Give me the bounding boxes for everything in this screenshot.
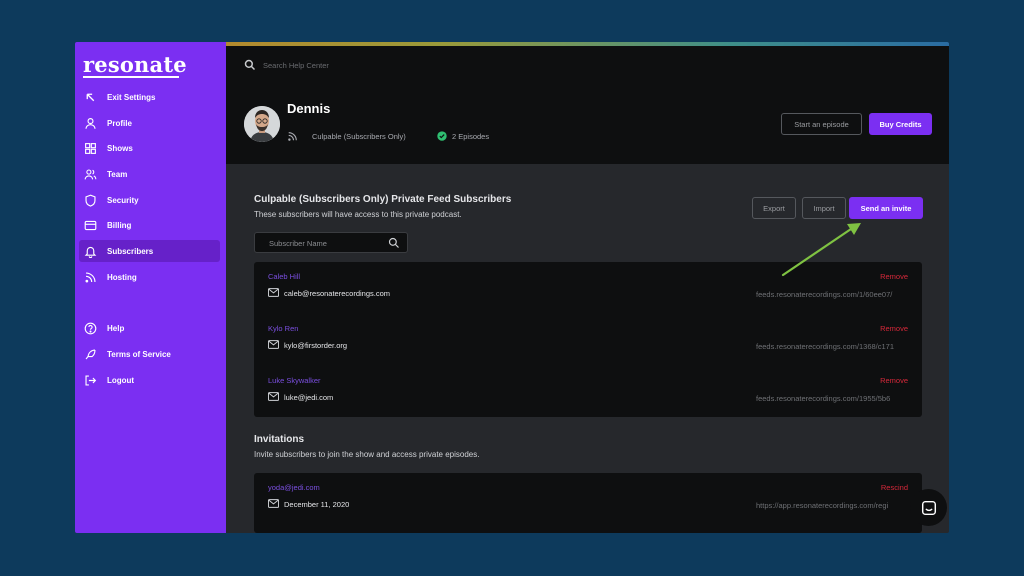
credit-card-icon bbox=[83, 218, 97, 232]
table-row: Luke Skywalker luke@jedi.com Remove feed… bbox=[254, 366, 922, 418]
logo-underline bbox=[83, 76, 179, 78]
invitee-email[interactable]: yoda@jedi.com bbox=[268, 483, 320, 492]
table-row: yoda@jedi.com December 11, 2020 Rescind … bbox=[254, 473, 922, 525]
team-icon bbox=[83, 167, 97, 181]
table-row: Caleb Hill caleb@resonaterecordings.com … bbox=[254, 262, 922, 314]
table-row: Kylo Ren kylo@firstorder.org Remove feed… bbox=[254, 314, 922, 366]
sidebar-item-shows[interactable]: Shows bbox=[79, 137, 220, 159]
sidebar-item-billing[interactable]: Billing bbox=[79, 214, 220, 236]
sidebar-item-label: Logout bbox=[107, 375, 135, 385]
sidebar-item-label: Billing bbox=[107, 220, 132, 230]
subscribers-title: Culpable (Subscribers Only) Private Feed… bbox=[254, 194, 512, 205]
subscriber-name[interactable]: Caleb Hill bbox=[268, 272, 300, 281]
help-search-input[interactable]: Search Help Center bbox=[263, 61, 329, 70]
subscriber-search-input[interactable]: Subscriber Name bbox=[254, 232, 408, 253]
invitations-title: Invitations bbox=[254, 434, 305, 445]
header: Search Help Center Dennis Culpable (Subs… bbox=[226, 46, 949, 164]
sidebar-item-label: Profile bbox=[107, 118, 132, 128]
subscriber-list: Caleb Hill caleb@resonaterecordings.com … bbox=[254, 262, 922, 417]
sidebar-item-help[interactable]: Help bbox=[79, 317, 220, 339]
avatar-image bbox=[244, 106, 280, 142]
main-content: Culpable (Subscribers Only) Private Feed… bbox=[226, 164, 949, 533]
sidebar-item-label: Subscribers bbox=[107, 246, 154, 256]
search-icon[interactable] bbox=[388, 237, 400, 249]
mail-icon bbox=[268, 392, 279, 401]
sidebar-item-profile[interactable]: Profile bbox=[79, 112, 220, 134]
app-window: resonate Exit Settings Profile Shows Tea… bbox=[75, 42, 949, 533]
export-button[interactable]: Export bbox=[752, 197, 796, 219]
start-episode-button[interactable]: Start an episode bbox=[781, 113, 862, 135]
search-icon[interactable] bbox=[244, 59, 256, 71]
subscriber-search-placeholder: Subscriber Name bbox=[269, 239, 327, 248]
shield-icon bbox=[83, 193, 97, 207]
logout-icon bbox=[83, 373, 97, 387]
feed-url[interactable]: feeds.resonaterecordings.com/1368/c171 bbox=[756, 342, 906, 351]
feather-icon bbox=[83, 347, 97, 361]
subscribers-subtitle: These subscribers will have access to th… bbox=[254, 210, 462, 219]
mail-icon bbox=[268, 340, 279, 349]
buy-credits-button[interactable]: Buy Credits bbox=[869, 113, 932, 135]
invitation-date: December 11, 2020 bbox=[284, 500, 350, 509]
rss-icon bbox=[83, 270, 97, 284]
sidebar-item-label: Shows bbox=[107, 143, 133, 153]
subscriber-name[interactable]: Luke Skywalker bbox=[268, 376, 321, 385]
subscriber-email: caleb@resonaterecordings.com bbox=[284, 289, 390, 298]
episode-count: 2 Episodes bbox=[452, 132, 490, 141]
import-button[interactable]: Import bbox=[802, 197, 846, 219]
chat-launcher-button[interactable] bbox=[910, 489, 947, 526]
invitations-subtitle: Invite subscribers to join the show and … bbox=[254, 450, 480, 459]
rescind-button[interactable]: Rescind bbox=[881, 483, 908, 492]
bell-icon bbox=[83, 244, 97, 258]
sidebar-item-label: Exit Settings bbox=[107, 92, 156, 102]
sidebar-item-label: Terms of Service bbox=[107, 349, 171, 359]
subscriber-email: kylo@firstorder.org bbox=[284, 341, 348, 350]
sidebar-item-hosting[interactable]: Hosting bbox=[79, 266, 220, 288]
feed-url[interactable]: feeds.resonaterecordings.com/1955/5b6 bbox=[756, 394, 906, 403]
invite-url[interactable]: https://app.resonaterecordings.com/regi bbox=[756, 501, 906, 510]
sidebar-item-label: Team bbox=[107, 169, 128, 179]
resonate-logo[interactable]: resonate bbox=[83, 52, 187, 77]
remove-button[interactable]: Remove bbox=[880, 324, 908, 333]
sidebar-item-label: Hosting bbox=[107, 272, 137, 282]
sidebar-item-terms[interactable]: Terms of Service bbox=[79, 343, 220, 365]
mail-icon bbox=[268, 499, 279, 508]
remove-button[interactable]: Remove bbox=[880, 376, 908, 385]
feed-url[interactable]: feeds.resonaterecordings.com/1/60ee07/ bbox=[756, 290, 906, 299]
show-name: Culpable (Subscribers Only) bbox=[312, 132, 406, 141]
sidebar: resonate Exit Settings Profile Shows Tea… bbox=[75, 42, 226, 533]
sidebar-item-security[interactable]: Security bbox=[79, 189, 220, 211]
grid-icon bbox=[83, 141, 97, 155]
sidebar-item-subscribers[interactable]: Subscribers bbox=[79, 240, 220, 262]
subscriber-email: luke@jedi.com bbox=[284, 393, 334, 402]
arrow-up-left-icon bbox=[83, 90, 97, 104]
sidebar-item-team[interactable]: Team bbox=[79, 163, 220, 185]
chat-icon bbox=[921, 500, 936, 515]
check-circle-icon bbox=[437, 131, 447, 141]
user-icon bbox=[83, 116, 97, 130]
sidebar-item-label: Security bbox=[107, 195, 139, 205]
remove-button[interactable]: Remove bbox=[880, 272, 908, 281]
subscriber-name[interactable]: Kylo Ren bbox=[268, 324, 298, 333]
help-circle-icon bbox=[83, 321, 97, 335]
mail-icon bbox=[268, 288, 279, 297]
sidebar-item-label: Help bbox=[107, 323, 125, 333]
rss-icon bbox=[288, 132, 297, 141]
sidebar-item-logout[interactable]: Logout bbox=[79, 369, 220, 391]
avatar bbox=[244, 106, 280, 142]
invitation-list: yoda@jedi.com December 11, 2020 Rescind … bbox=[254, 473, 922, 533]
send-invite-button[interactable]: Send an invite bbox=[849, 197, 923, 219]
sidebar-item-exit-settings[interactable]: Exit Settings bbox=[79, 86, 220, 108]
user-name: Dennis bbox=[287, 101, 331, 116]
